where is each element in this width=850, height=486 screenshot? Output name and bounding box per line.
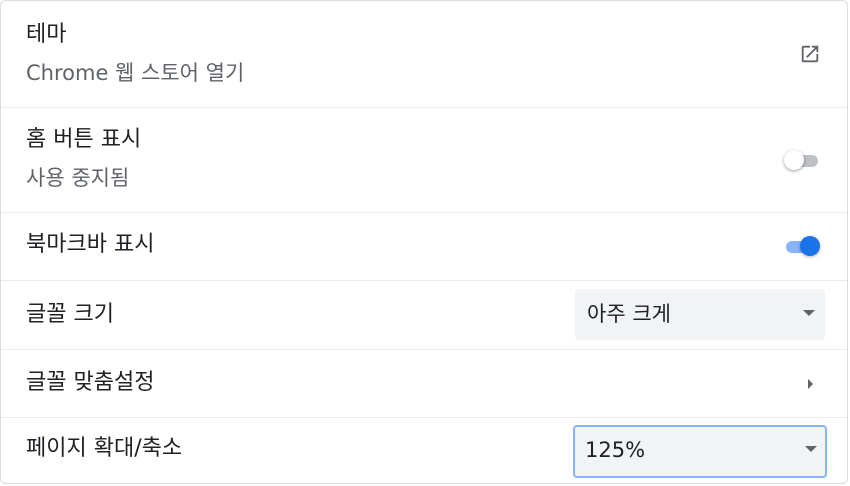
chevron-down-icon: [805, 446, 817, 452]
chevron-down-icon: [803, 310, 815, 316]
home-button-sublabel: 사용 중지됨: [26, 166, 130, 190]
font-size-label: 글꼴 크기: [26, 302, 114, 327]
page-zoom-label: 페이지 확대/축소: [26, 436, 183, 461]
page-zoom-row: 페이지 확대/축소 125%: [1, 418, 847, 483]
page-zoom-selected-value: 125%: [585, 438, 646, 462]
font-size-row: 글꼴 크기 아주 크게: [1, 281, 847, 350]
home-button-label: 홈 버튼 표시: [26, 127, 142, 152]
home-button-toggle[interactable]: [784, 149, 820, 171]
home-button-row[interactable]: 홈 버튼 표시 사용 중지됨: [1, 108, 847, 213]
font-size-selected-value: 아주 크게: [587, 302, 671, 326]
theme-row[interactable]: 테마 Chrome 웹 스토어 열기: [1, 1, 847, 108]
page-zoom-select[interactable]: 125%: [573, 425, 827, 478]
bookmarks-bar-label: 북마크바 표시: [26, 232, 155, 257]
appearance-settings-card: 테마 Chrome 웹 스토어 열기 홈 버튼 표시 사용 중지됨 북마크바 표…: [0, 0, 848, 484]
theme-sublabel: Chrome 웹 스토어 열기: [26, 61, 245, 85]
bookmarks-bar-row[interactable]: 북마크바 표시: [1, 213, 847, 281]
font-size-select[interactable]: 아주 크게: [575, 289, 825, 340]
customize-fonts-row[interactable]: 글꼴 맞춤설정: [1, 350, 847, 418]
open-in-new-icon[interactable]: [799, 43, 821, 65]
toggle-knob: [800, 236, 820, 256]
customize-fonts-label: 글꼴 맞춤설정: [26, 370, 155, 395]
theme-label: 테마: [26, 22, 67, 47]
bookmarks-bar-toggle[interactable]: [784, 235, 820, 257]
arrow-right-icon[interactable]: [808, 379, 813, 389]
toggle-knob: [784, 150, 804, 170]
